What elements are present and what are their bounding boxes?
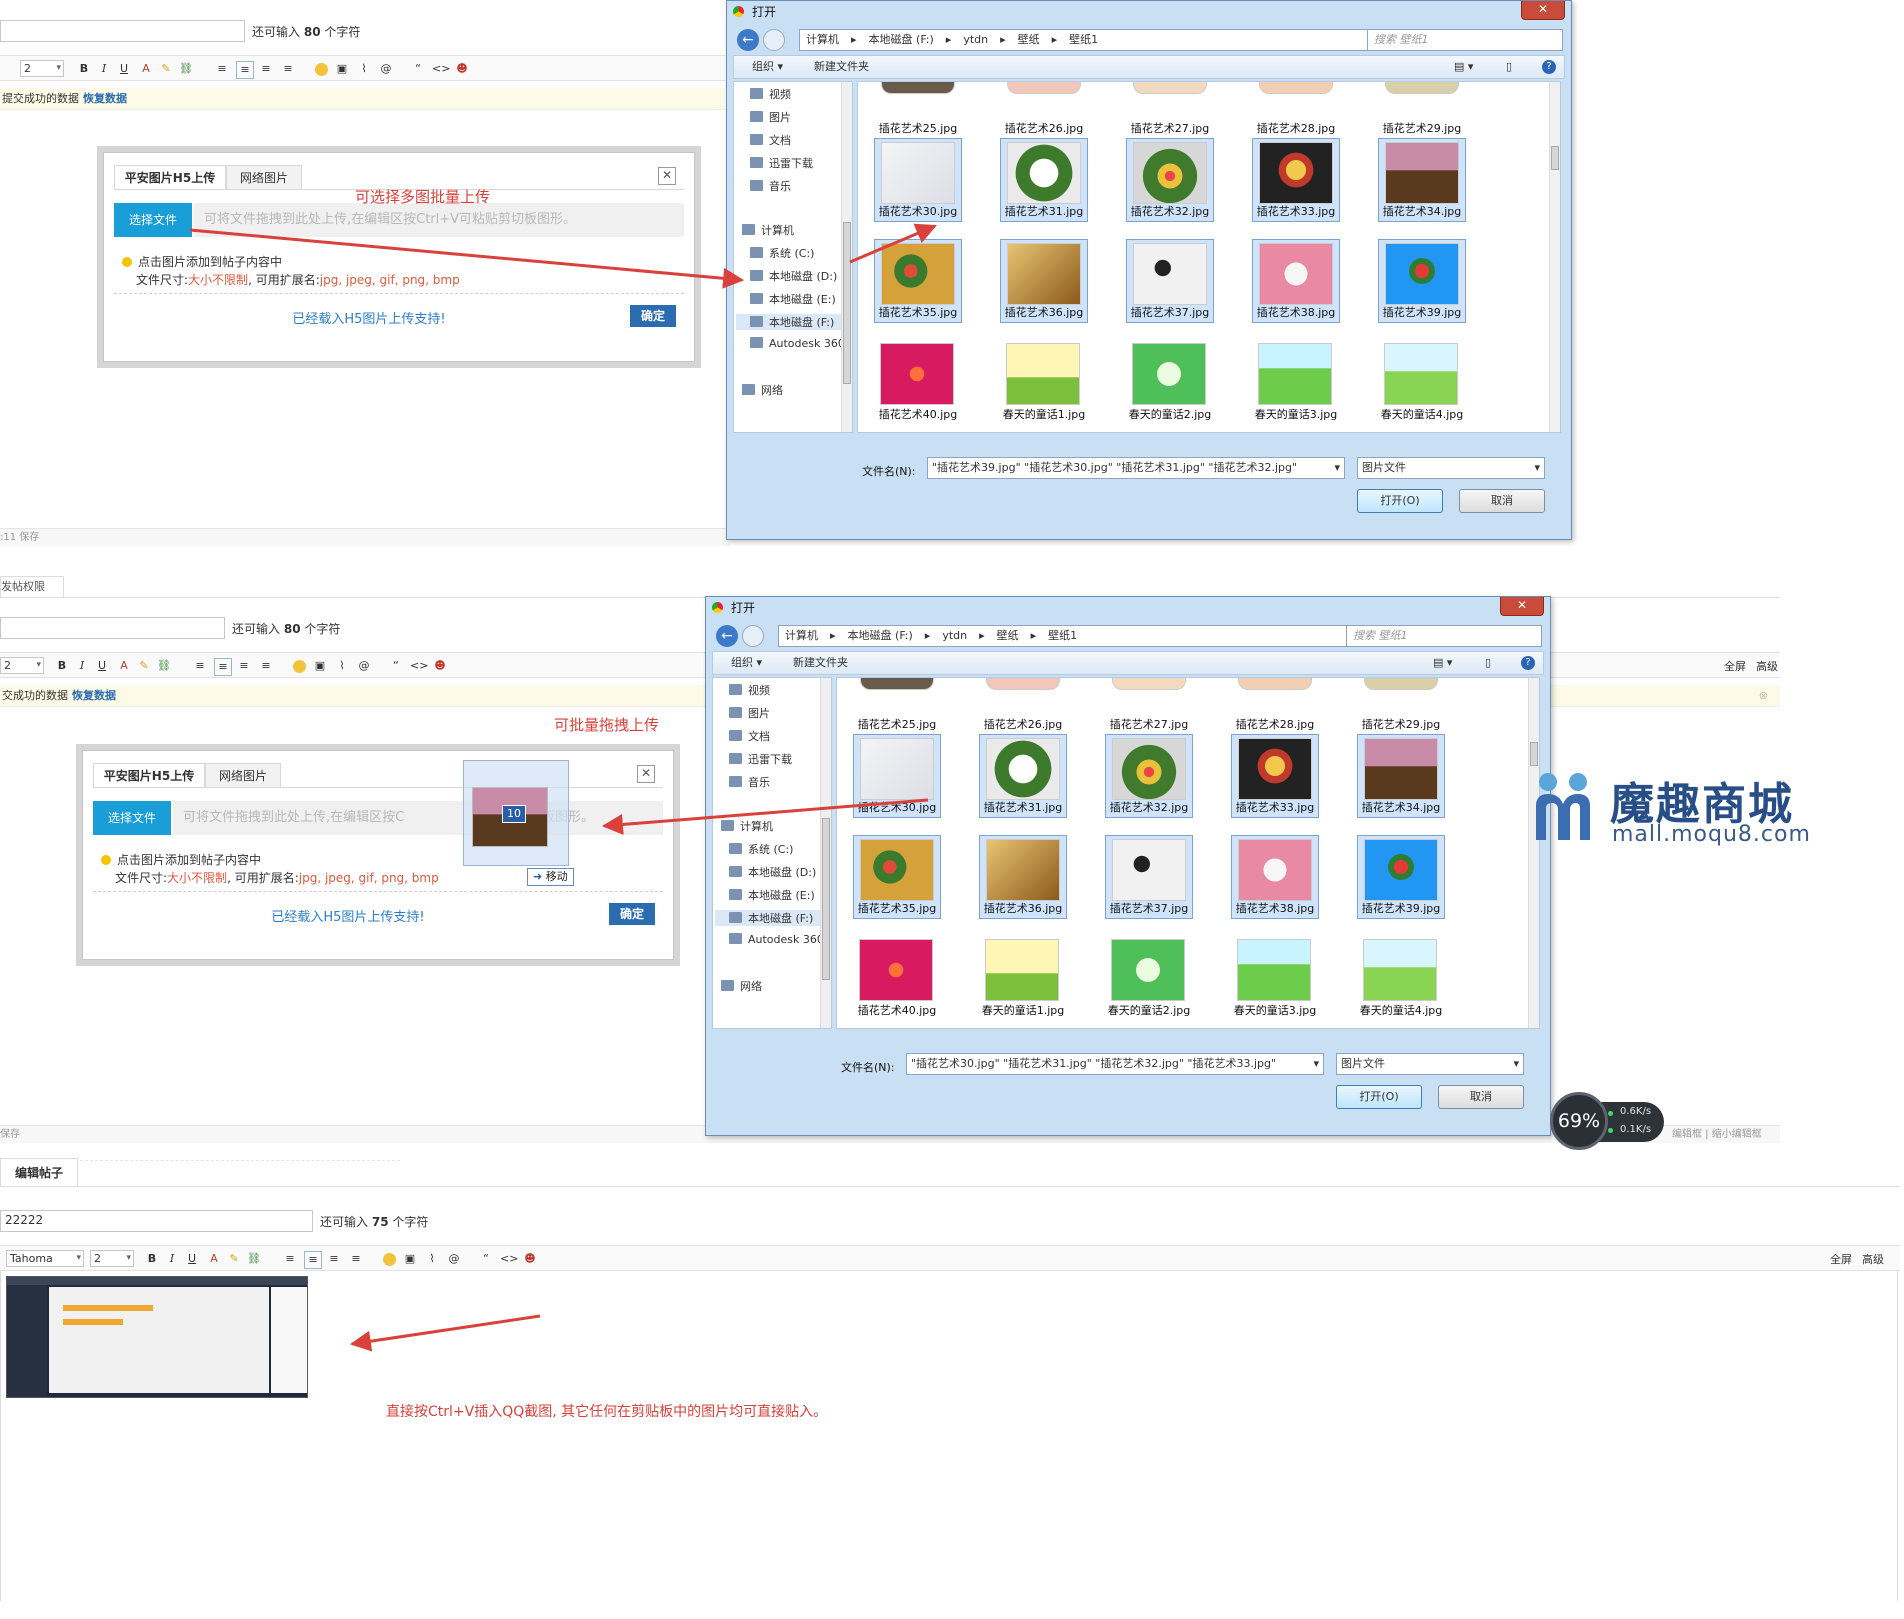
arrow-choose-to-dialog [189,228,745,289]
annotation-arrows [189,223,937,1352]
arrow-drag-to-drop [601,798,929,835]
arrow-paste [349,1314,541,1352]
arrow-dialog-select [849,223,937,264]
